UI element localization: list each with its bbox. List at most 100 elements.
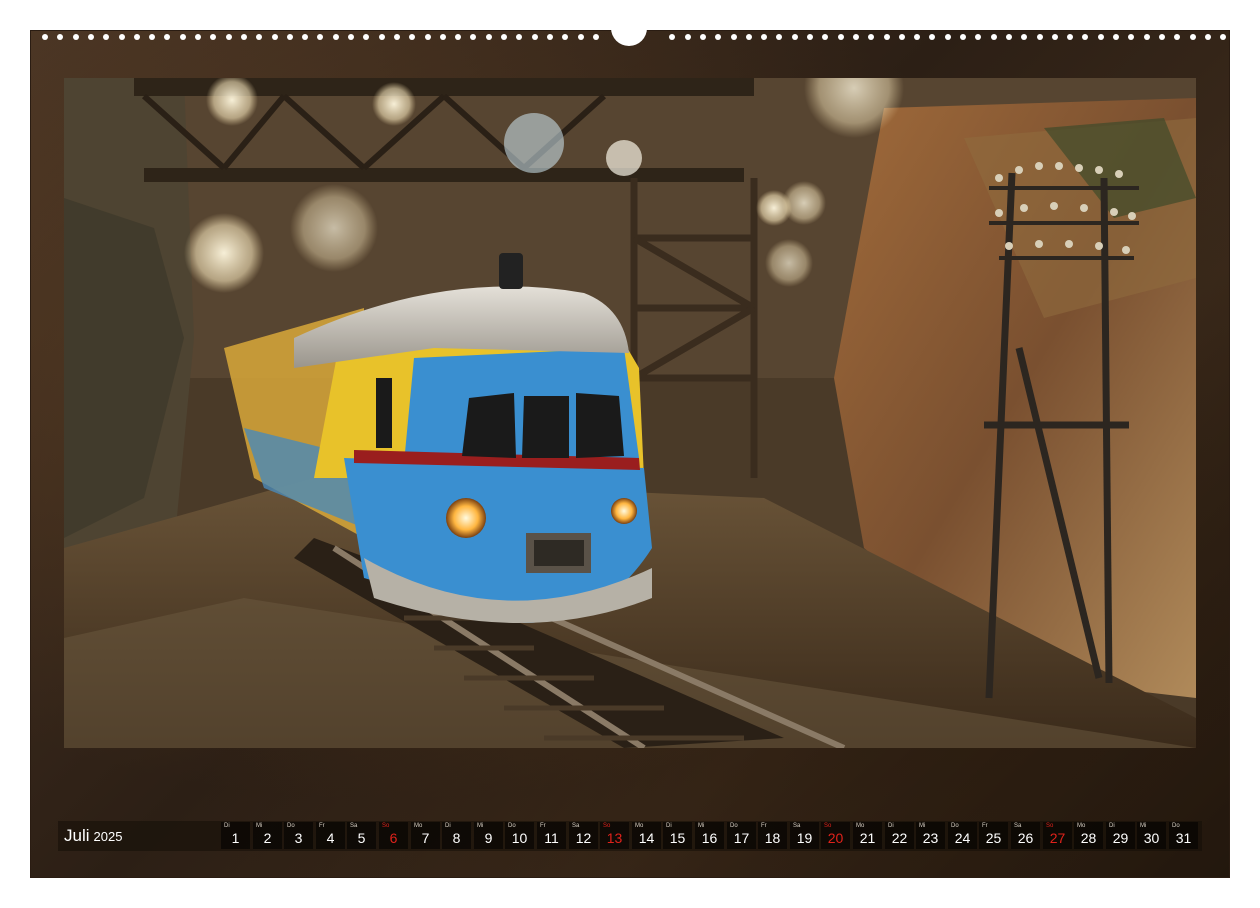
binding-hole: [1204, 34, 1211, 40]
day-cell: Mi 9: [474, 822, 503, 849]
binding-hole: [883, 34, 890, 40]
binding-hole: [179, 34, 186, 40]
binding-hole: [348, 34, 354, 40]
binding-hole: [439, 34, 446, 40]
day-number: 5: [357, 830, 366, 846]
binding-hole: [975, 34, 982, 40]
binding-hole: [1051, 34, 1058, 40]
binding-hole: [960, 34, 966, 40]
binding-hole: [730, 34, 737, 40]
weekday-label: Fr: [761, 823, 767, 829]
binding-hole: [1067, 34, 1074, 40]
binding-hole: [822, 34, 829, 40]
binding-hole: [990, 34, 997, 40]
day-number: 18: [764, 830, 781, 846]
day-number: 8: [452, 830, 461, 846]
binding-hole: [1005, 34, 1012, 40]
binding-hole: [317, 34, 324, 40]
day-cell: Fr 18: [758, 822, 787, 849]
weekday-label: Di: [445, 823, 451, 829]
day-number: 29: [1112, 830, 1129, 846]
day-cell: Mi 16: [695, 822, 724, 849]
day-cell: Do 3: [284, 822, 313, 849]
binding-hole: [1082, 34, 1089, 40]
binding-hole: [195, 34, 201, 40]
weekday-label: Sa: [1014, 823, 1022, 829]
day-cell: Di 15: [663, 822, 692, 849]
binding-hole: [42, 34, 48, 40]
binding-hole: [776, 34, 783, 40]
binding-hole: [409, 34, 416, 40]
binding-hole: [332, 34, 339, 40]
weekday-label: So: [603, 823, 611, 829]
day-number: 25: [985, 830, 1002, 846]
binding-hole: [256, 34, 263, 40]
weekday-label: Mi: [1140, 823, 1147, 829]
day-cell: Mi 23: [916, 822, 945, 849]
weekday-label: So: [1046, 823, 1054, 829]
day-cell: Sa 5: [347, 822, 376, 849]
day-number: 6: [389, 830, 398, 846]
binding-hole: [1097, 34, 1104, 40]
binding-hole: [562, 34, 569, 40]
day-cell: Fr 11: [537, 822, 566, 849]
weekday-label: Do: [1172, 823, 1180, 829]
day-number: 19: [796, 830, 813, 846]
binding-hole: [837, 34, 844, 40]
day-number: 17: [733, 830, 750, 846]
weekday-label: Fr: [319, 823, 325, 829]
binding-hole: [470, 34, 477, 40]
day-cell: Mo 14: [632, 822, 661, 849]
binding-hole: [531, 34, 538, 40]
binding-hole: [1158, 34, 1165, 40]
day-number: 23: [922, 830, 939, 846]
weekday-label: Mo: [1077, 823, 1086, 829]
weekday-label: So: [824, 823, 832, 829]
day-number: 13: [606, 830, 623, 846]
binding-hole: [1220, 34, 1227, 40]
weekday-label: Mo: [856, 823, 865, 829]
binding-hole: [485, 34, 492, 40]
day-number: 10: [511, 830, 528, 846]
day-cell: So 20: [821, 822, 850, 849]
day-number: 16: [701, 830, 718, 846]
weekday-label: Do: [508, 823, 516, 829]
binding-hole: [1174, 34, 1181, 40]
day-number: 12: [575, 830, 592, 846]
binding-hole: [164, 34, 171, 40]
binding-hole: [546, 34, 553, 40]
calendar-photo: [64, 78, 1196, 748]
binding-hole: [669, 34, 676, 40]
day-number: 3: [294, 830, 303, 846]
day-cell: Sa 19: [790, 822, 819, 849]
weekday-label: So: [382, 823, 390, 829]
binding-hole: [929, 34, 936, 40]
binding-hole: [393, 34, 400, 40]
weekday-label: Mi: [919, 823, 926, 829]
binding-hole: [715, 34, 722, 40]
day-cell: Sa 12: [569, 822, 598, 849]
binding-hole: [577, 34, 584, 40]
day-cell: So 13: [600, 822, 629, 849]
weekday-label: Do: [287, 823, 295, 829]
binding-hole: [745, 34, 752, 40]
binding-hole: [118, 34, 125, 40]
weekday-label: Di: [888, 823, 894, 829]
binding-hole: [455, 34, 462, 40]
day-cell: Do 17: [727, 822, 756, 849]
binding-hole: [791, 34, 798, 40]
binding-hole: [225, 34, 232, 40]
binding-hole: [516, 34, 523, 40]
day-number: 11: [544, 830, 559, 846]
month-label: Juli 2025: [64, 826, 122, 846]
day-cell: Sa 26: [1011, 822, 1040, 849]
binding-hole: [424, 34, 431, 40]
weekday-label: Mi: [477, 823, 484, 829]
weekday-label: Sa: [572, 823, 580, 829]
day-cell: So 27: [1043, 822, 1072, 849]
day-number: 2: [263, 830, 272, 846]
binding-hole: [149, 34, 156, 40]
day-number: 7: [421, 830, 430, 846]
weekday-label: Di: [1109, 823, 1115, 829]
binding-hole: [807, 34, 813, 40]
